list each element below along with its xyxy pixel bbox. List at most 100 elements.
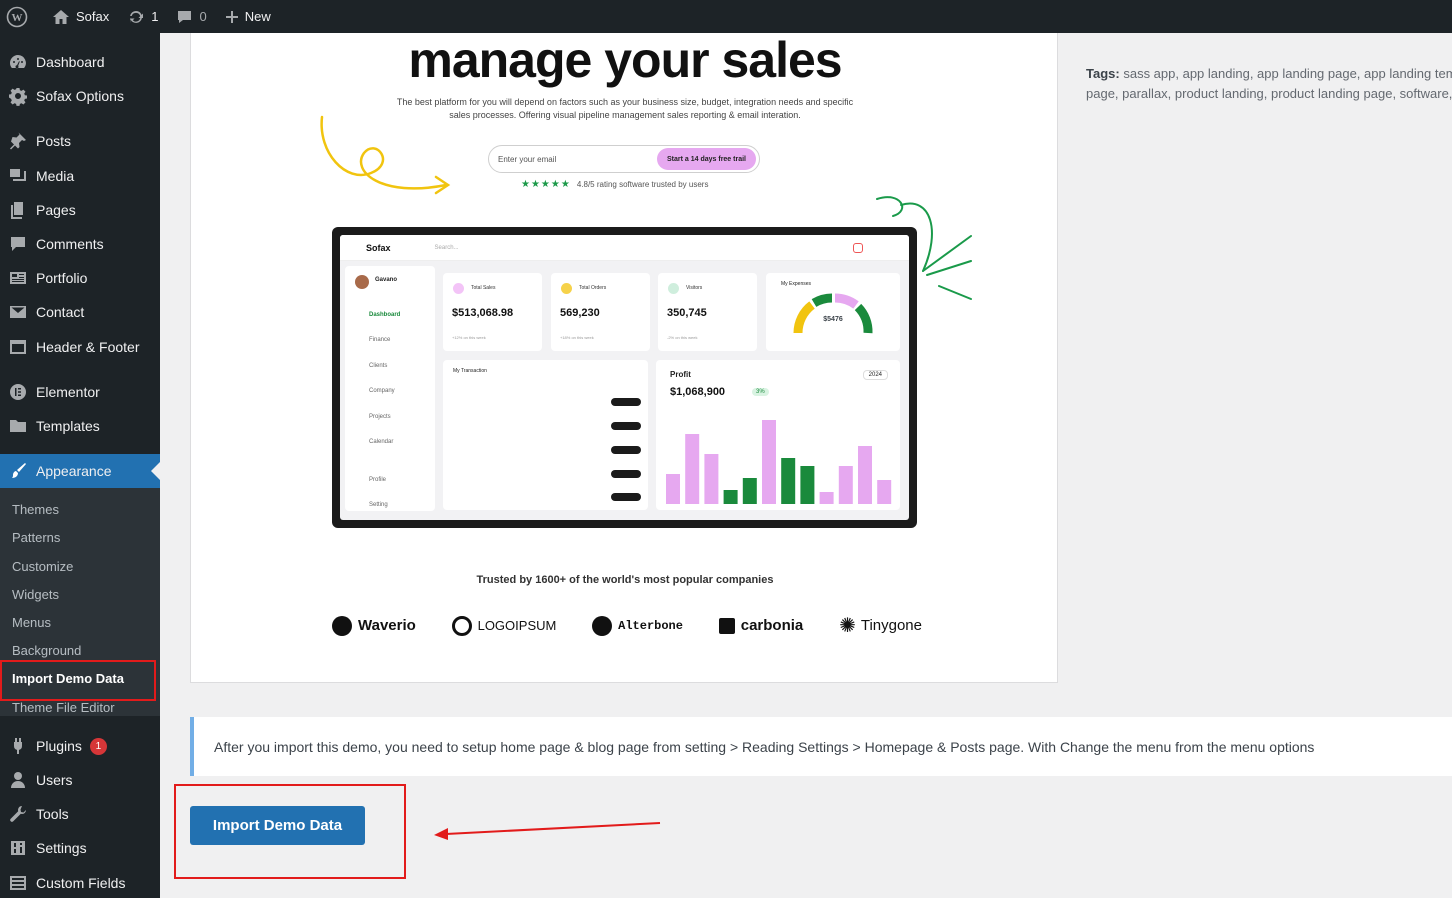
stat-card-change: +12% on this week (452, 335, 486, 340)
sidebar-item-posts[interactable]: Posts (0, 124, 160, 158)
sidebar-item-label: Users (36, 772, 73, 788)
company-logo-name: LOGOIPSUM (477, 618, 557, 633)
submenu-item-widgets[interactable]: Widgets (12, 587, 59, 602)
submenu-item-themes[interactable]: Themes (12, 502, 59, 517)
company-logo-name: carbonia (740, 617, 804, 634)
dashboard-nav-item: Company (369, 388, 395, 394)
site-name: Sofax (76, 9, 110, 24)
profit-bar (704, 454, 719, 504)
sidebar-item-plugins[interactable]: Plugins 1 (0, 729, 160, 763)
comments-link[interactable]: 0 (168, 0, 214, 33)
folder-icon (0, 416, 36, 436)
profit-year-select: 2024 (862, 370, 888, 380)
stat-card-total-sales: Total Sales $513,068.98 +12% on this wee… (443, 273, 542, 351)
sidebar-item-users[interactable]: Users (0, 763, 160, 797)
sidebar-item-label: Dashboard (36, 54, 105, 70)
alterbone-logo-icon (592, 615, 613, 636)
visitors-icon (668, 283, 679, 294)
mail-icon (0, 302, 36, 322)
profit-bar (742, 478, 757, 504)
button-highlight-box (174, 784, 406, 879)
submenu-item-menus[interactable]: Menus (12, 615, 51, 630)
sidebar-item-label: Comments (36, 236, 104, 252)
profit-bar (762, 420, 776, 504)
company-logo-name: Tinygone (860, 617, 922, 634)
submenu-item-customize[interactable]: Customize (12, 559, 73, 574)
admin-bar: W Sofax 1 0 New (0, 0, 1452, 33)
sidebar-item-contact[interactable]: Contact (0, 295, 160, 329)
sidebar-item-label: Posts (36, 133, 72, 149)
sidebar-item-label: Portfolio (36, 270, 88, 286)
dashboard-nav-item: Profile (369, 477, 387, 483)
elementor-icon (0, 382, 36, 402)
orders-icon (561, 283, 572, 294)
submenu-item-background[interactable]: Background (12, 643, 81, 658)
dashboard-logo: Sofax (366, 242, 391, 253)
sidebar-item-custom-fields[interactable]: Custom Fields (0, 866, 160, 898)
profit-bar (666, 474, 680, 504)
preview-email-form: Enter your email Start a 14 days free tr… (488, 145, 760, 173)
sidebar-item-appearance[interactable]: Appearance (0, 454, 160, 488)
updates-link[interactable]: 1 (119, 0, 166, 33)
notification-icon (853, 242, 863, 253)
amount-pill (611, 493, 641, 501)
stat-card-value: 569,230 (560, 307, 600, 319)
sidebar-item-media[interactable]: Media (0, 159, 160, 193)
sidebar-item-dashboard[interactable]: Dashboard (0, 45, 160, 79)
tags-label: Tags: (1086, 66, 1120, 81)
current-menu-arrow (151, 462, 160, 480)
demo-preview-screenshot: manage your sales The best platform for … (190, 33, 1058, 683)
sidebar-item-header-footer[interactable]: Header & Footer (0, 330, 160, 364)
profit-bar (877, 480, 892, 504)
new-content-link[interactable]: New (217, 0, 279, 33)
sidebar-item-label: Sofax Options (36, 88, 124, 104)
plus-icon (225, 10, 238, 23)
user-icon (0, 770, 36, 790)
expenses-label: My Expenses (781, 281, 812, 287)
tags-text-continued: page, parallax, product landing, product… (1086, 86, 1452, 101)
sidebar-item-elementor[interactable]: Elementor (0, 375, 160, 409)
dashboard-search: Search... (434, 244, 459, 251)
transactions-card: My Transaction (443, 360, 648, 510)
sidebar-item-label: Appearance (36, 463, 112, 479)
preview-heading: manage your sales (408, 33, 842, 88)
submenu-item-theme-file-editor[interactable]: Theme File Editor (12, 700, 115, 715)
admin-sidebar: Dashboard Sofax Options Posts Media Page… (0, 33, 160, 898)
comments-count: 0 (199, 9, 207, 24)
dashboard-user-name: Gavano (375, 277, 398, 283)
site-name-link[interactable]: Sofax (44, 0, 117, 33)
company-logo: Waverio (332, 615, 416, 636)
sidebar-item-settings[interactable]: Settings (0, 831, 160, 865)
sidebar-item-pages[interactable]: Pages (0, 193, 160, 227)
tinygone-logo-icon: ✺ (839, 615, 856, 637)
logoipsum-logo-icon (451, 615, 472, 636)
home-icon (53, 9, 69, 24)
sidebar-item-templates[interactable]: Templates (0, 409, 160, 443)
profit-bar (819, 492, 834, 504)
sidebar-item-portfolio[interactable]: Portfolio (0, 261, 160, 295)
table-row (451, 422, 641, 434)
amount-pill (611, 446, 641, 454)
media-icon (0, 166, 36, 186)
company-logo: carbonia (718, 617, 804, 634)
company-logo: Alterbone (592, 615, 683, 636)
settings-icon (0, 838, 36, 858)
sidebar-item-label: Plugins (36, 738, 82, 754)
stat-card-value: 350,745 (667, 307, 707, 319)
stat-card-label: Total Sales (471, 285, 496, 291)
submenu-highlight-box (0, 660, 156, 701)
comment-icon (0, 234, 36, 254)
sidebar-item-label: Custom Fields (36, 875, 126, 891)
carbonia-logo-icon (718, 617, 735, 634)
sidebar-item-comments[interactable]: Comments (0, 227, 160, 261)
annotation-arrow-icon (434, 822, 661, 840)
dashboard-topbar: Sofax Search... (340, 235, 909, 261)
laptop-mockup: Sofax Search... Gavano Dashboard Finance… (332, 227, 917, 528)
company-logo-name: Waverio (358, 617, 416, 634)
sidebar-item-tools[interactable]: Tools (0, 797, 160, 831)
submenu-item-patterns[interactable]: Patterns (12, 530, 60, 545)
sidebar-item-sofax-options[interactable]: Sofax Options (0, 79, 160, 113)
dashboard-sidebar: Gavano Dashboard Finance Clients Company… (345, 266, 435, 511)
expenses-gauge (793, 293, 873, 334)
wordpress-logo-icon[interactable]: W (0, 0, 36, 33)
